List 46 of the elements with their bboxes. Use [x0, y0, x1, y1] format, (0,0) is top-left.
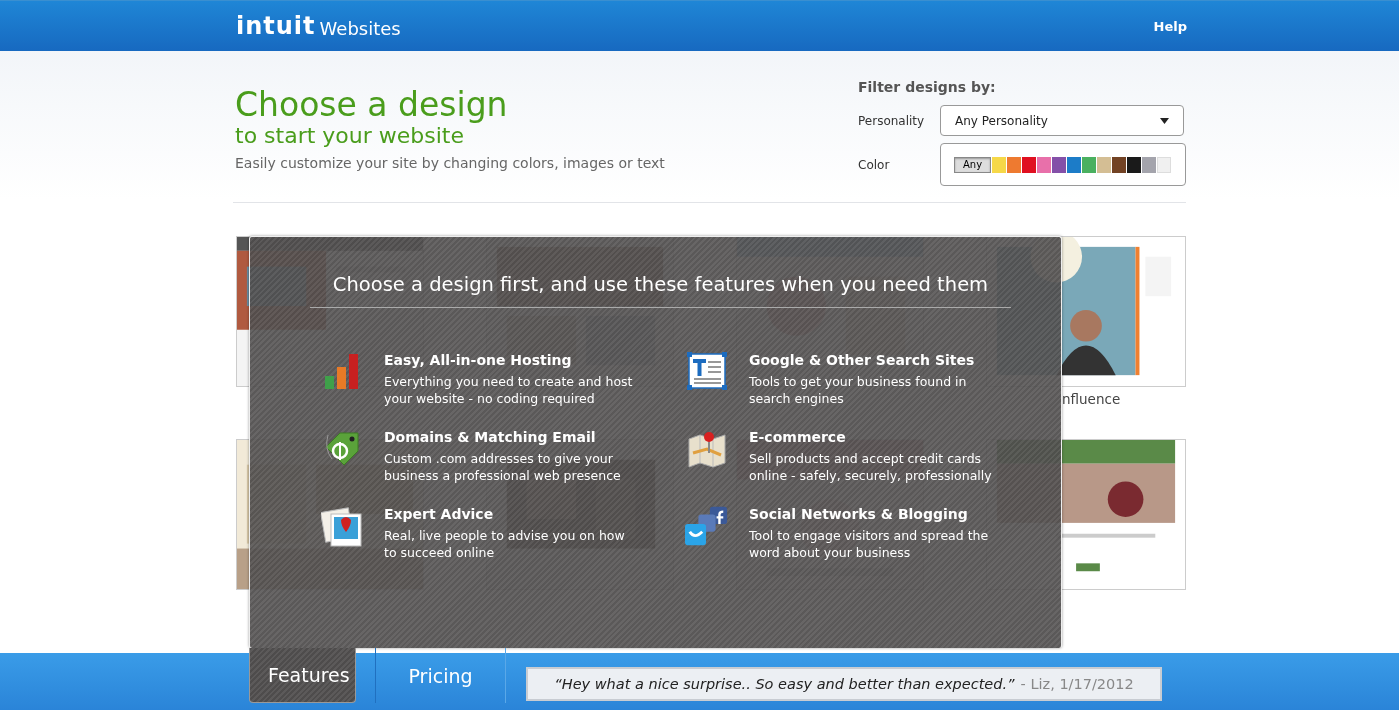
help-link[interactable]: Help: [1153, 18, 1187, 34]
feature-description: Real, live people to advise you on how to succeed online: [384, 527, 626, 561]
feature-title: Domains & Matching Email: [384, 429, 597, 445]
field-label: Personality: [858, 113, 926, 128]
feature-description: Sell products and accept credit cards online - safely, securely, professionally: [749, 450, 993, 484]
color-swatch[interactable]: [1007, 156, 1022, 173]
any-color-button[interactable]: Any: [954, 156, 992, 173]
page-title: Choose a design: [235, 87, 509, 123]
bar-chart-icon: [323, 352, 361, 390]
color-swatch[interactable]: [1082, 156, 1096, 173]
feature-description: Everything you need to create and host your website - no coding required: [384, 373, 634, 407]
feature-title: E-commerce: [749, 429, 847, 445]
personality-dropdown[interactable]: Any Personality: [940, 105, 1184, 136]
photos-icon: [321, 506, 363, 548]
document-icon: [687, 352, 727, 390]
color-swatch[interactable]: [992, 156, 1007, 173]
feature-title: Google & Other Search Sites: [749, 352, 976, 368]
color-swatch[interactable]: [1052, 156, 1067, 173]
field-label: Color: [858, 157, 891, 172]
feature-title: Easy, All-in-one Hosting: [384, 352, 573, 368]
feature-description: Tool to engage visitors and spread the word about your business: [749, 527, 990, 561]
social-icons-icon: [685, 506, 729, 546]
color-swatch[interactable]: [1141, 156, 1156, 173]
description: Easily customize your site by changing colors, images or text: [235, 155, 665, 171]
testimonial-quote: “Hey what a nice surprise.. So easy and better than expected.”: [554, 675, 1015, 692]
color-swatch[interactable]: [1112, 156, 1126, 173]
feature-description: Custom .com addresses to give your business a professional web presence: [384, 450, 622, 484]
logo: intuit: [236, 12, 316, 40]
caret-icon: [1160, 117, 1169, 124]
color-swatch[interactable]: [1022, 156, 1037, 173]
features-title: Choose a design first, and use these features when you need them: [310, 271, 1011, 308]
feature-description: Tools to get your business found in search engines: [749, 373, 968, 407]
page-subtitle: to start your website: [235, 123, 465, 149]
map-pin-icon: [687, 429, 727, 469]
color-swatch[interactable]: [1156, 156, 1171, 173]
design-name[interactable]: nfluence: [986, 391, 1186, 411]
tab[interactable]: Features: [249, 648, 356, 703]
product-name: Websites: [319, 17, 401, 39]
color-swatch[interactable]: [1067, 156, 1081, 173]
color-swatch[interactable]: [1126, 156, 1141, 173]
filter-heading: Filter designs by:: [858, 79, 997, 95]
color-swatch[interactable]: [1097, 156, 1111, 173]
feature-title: Expert Advice: [384, 506, 495, 522]
testimonial-author: - Liz, 1/17/2012: [1020, 675, 1134, 692]
feature-title: Social Networks & Blogging: [749, 506, 969, 522]
color-swatch[interactable]: [1037, 156, 1052, 173]
